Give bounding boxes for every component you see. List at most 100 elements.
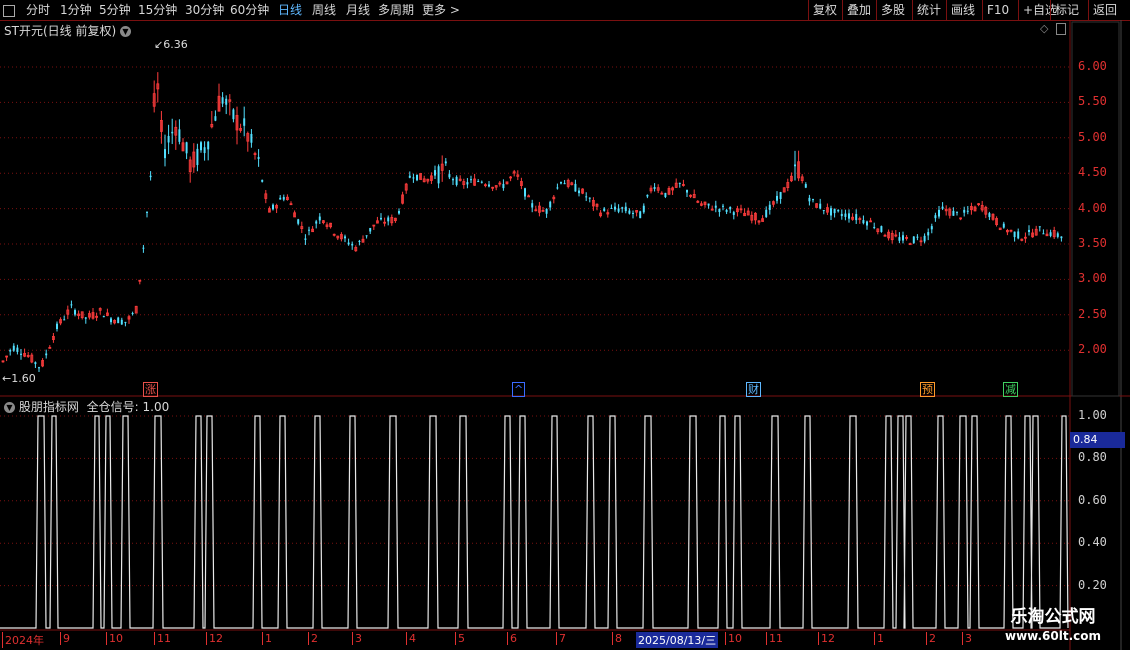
candle-body <box>966 210 969 212</box>
date-tick-label: 7 <box>556 632 566 645</box>
candle-body <box>470 179 472 181</box>
date-tick-label: 10 <box>106 632 123 645</box>
candle-body <box>282 197 285 200</box>
candle-body <box>200 142 202 151</box>
candle-body <box>923 235 926 242</box>
price-tick-label: 4.50 <box>1078 165 1107 180</box>
candle-body <box>124 321 127 323</box>
date-tick-label: 11 <box>154 632 171 645</box>
candle-body <box>1038 226 1041 228</box>
date-tick-label: 2 <box>926 632 936 645</box>
candle-body <box>588 197 591 199</box>
chevron-down-icon[interactable]: ▼ <box>4 402 15 413</box>
candle-body <box>347 242 350 245</box>
candle-body <box>844 213 847 217</box>
candle-body <box>725 209 728 212</box>
candle-body <box>16 347 19 352</box>
candle-body <box>722 205 724 207</box>
date-tick-label: 2 <box>308 632 318 645</box>
candle-body <box>437 166 440 184</box>
candle-body <box>164 149 166 159</box>
candle-body <box>344 236 346 239</box>
candle-body <box>84 317 87 319</box>
candle-body <box>941 206 944 209</box>
candle-body <box>837 209 840 212</box>
price-tick-label: 5.50 <box>1078 94 1107 109</box>
date-tick-label: 1 <box>262 632 272 645</box>
candle-body <box>380 217 382 220</box>
candle-body <box>934 215 937 219</box>
candle-body <box>315 221 318 224</box>
candle-body <box>110 318 112 323</box>
event-badge[interactable]: 涨 <box>143 382 158 397</box>
date-tick-label: 5 <box>455 632 465 645</box>
price-tick-label: 3.50 <box>1078 236 1107 250</box>
event-badge[interactable]: ^ <box>512 382 526 397</box>
candle-body <box>63 319 66 321</box>
candle-body <box>988 213 991 218</box>
candle-body <box>527 195 530 198</box>
candle-body <box>880 226 883 232</box>
candle-body <box>250 133 253 143</box>
candle-body <box>1060 236 1063 239</box>
candle-body <box>365 235 368 237</box>
price-tick-label: 5.00 <box>1078 129 1107 144</box>
candle-body <box>848 213 850 219</box>
event-badge[interactable]: 财 <box>746 382 761 397</box>
watermark-logo: 乐淘公式网 www.60lt.com <box>1004 607 1102 643</box>
candle-body <box>632 212 634 214</box>
indicator-tick-label: 0.20 <box>1078 577 1107 592</box>
candle-body <box>1013 231 1016 238</box>
candle-body <box>556 187 559 189</box>
candle-body <box>866 221 868 226</box>
candle-body <box>452 179 454 181</box>
candle-body <box>178 129 181 142</box>
candle-body <box>232 109 235 120</box>
candle-body <box>639 211 642 219</box>
candle-body <box>304 238 307 240</box>
candle-body <box>768 204 771 210</box>
candle-body <box>678 182 681 184</box>
candle-body <box>603 208 606 211</box>
date-tick-label: 12 <box>206 632 223 645</box>
candle-body <box>455 176 458 185</box>
candle-body <box>732 212 735 215</box>
candle-body <box>812 199 814 201</box>
candle-body <box>408 175 411 178</box>
candle-body <box>833 208 836 214</box>
candle-body <box>9 350 12 352</box>
candle-body <box>916 236 919 238</box>
candle-body <box>131 313 134 315</box>
indicator-tick-label: 0.60 <box>1078 492 1107 507</box>
candle-body <box>927 232 930 236</box>
event-badge[interactable]: 减 <box>1003 382 1018 397</box>
candle-body <box>56 323 58 330</box>
candle-body <box>524 188 526 197</box>
candle-body <box>369 228 372 232</box>
price-tick-label: 2.00 <box>1078 342 1107 357</box>
candle-body <box>718 208 721 212</box>
price-tick-label: 3.00 <box>1078 271 1107 286</box>
candle-body <box>1056 233 1059 237</box>
chart-canvas <box>0 20 1130 650</box>
candle-body <box>387 217 390 222</box>
candle-body <box>840 213 843 217</box>
candle-body <box>149 175 152 178</box>
candle-body <box>34 362 37 365</box>
indicator-title: 股朋指标网 <box>18 400 79 414</box>
candle-body <box>610 207 613 209</box>
date-tick-label: 12 <box>818 632 835 645</box>
low-price-marker: ←1.60 <box>2 372 36 385</box>
event-badge[interactable]: 预 <box>920 382 935 397</box>
candle-body <box>1028 229 1030 232</box>
candle-body <box>225 98 228 105</box>
price-tick-label: 6.00 <box>1078 59 1107 73</box>
candle-body <box>412 177 415 179</box>
candle-body <box>272 204 274 210</box>
candle-body <box>20 353 22 355</box>
candle-body <box>902 235 904 241</box>
candle-body <box>898 237 901 241</box>
indicator-tick-label: 0.40 <box>1078 535 1107 550</box>
candle-body <box>686 190 688 193</box>
candle-body <box>221 97 224 104</box>
